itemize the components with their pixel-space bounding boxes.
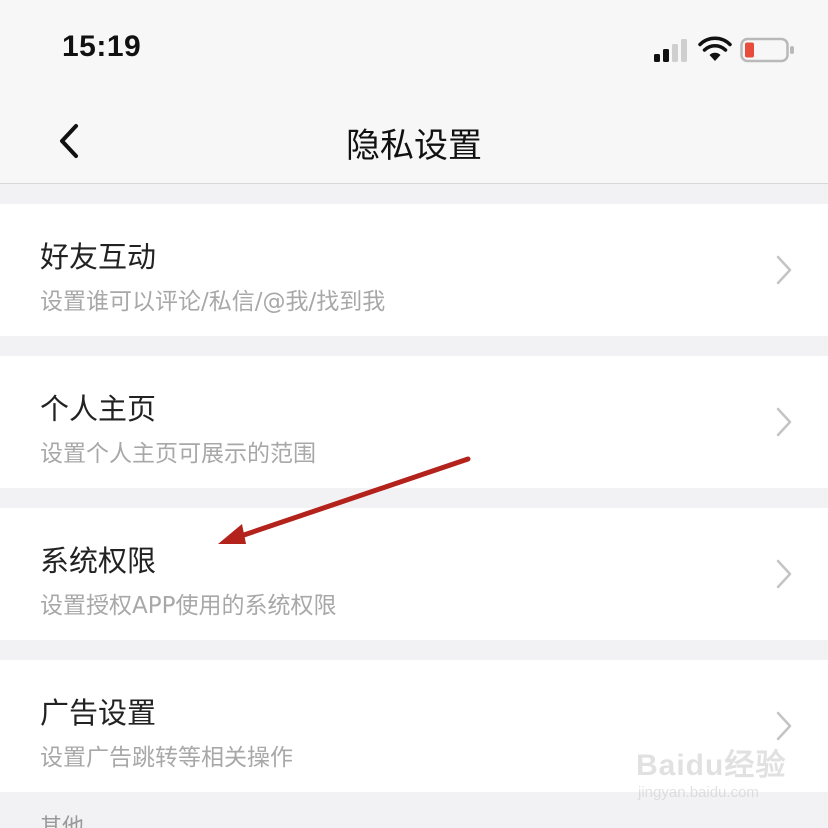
watermark-url: jingyan.baidu.com (638, 784, 759, 801)
item-title: 好友互动 (40, 240, 157, 274)
battery-icon (740, 37, 794, 63)
item-subtitle: 设置广告跳转等相关操作 (40, 745, 293, 771)
section-header-other: 其他 (40, 815, 85, 828)
settings-list: 好友互动 设置谁可以评论/私信/@我/找到我 个人主页 设置个人主页可展示的范围… (0, 204, 828, 812)
settings-item-system-permissions[interactable]: 系统权限 设置授权APP使用的系统权限 (0, 508, 828, 640)
item-subtitle: 设置授权APP使用的系统权限 (40, 593, 337, 619)
chevron-right-icon (776, 559, 792, 589)
item-title: 个人主页 (40, 392, 157, 426)
watermark: Baidu经验 jingyan.baidu.com (632, 740, 802, 810)
settings-item-personal-homepage[interactable]: 个人主页 设置个人主页可展示的范围 (0, 356, 828, 488)
status-time: 15:19 (62, 30, 142, 63)
item-title: 系统权限 (40, 544, 157, 578)
wifi-icon (698, 36, 732, 61)
nav-bar: 隐私设置 (0, 100, 828, 184)
chevron-right-icon (776, 711, 792, 741)
item-subtitle: 设置谁可以评论/私信/@我/找到我 (40, 289, 386, 315)
chevron-right-icon (776, 407, 792, 437)
watermark-logo: Baidu经验 (636, 749, 787, 782)
chevron-right-icon (776, 255, 792, 285)
item-title: 广告设置 (40, 696, 157, 730)
item-subtitle: 设置个人主页可展示的范围 (40, 441, 316, 467)
status-bar: 15:19 (0, 0, 828, 100)
page-title: 隐私设置 (346, 126, 482, 166)
settings-item-friend-interaction[interactable]: 好友互动 设置谁可以评论/私信/@我/找到我 (0, 204, 828, 336)
signal-icon (654, 39, 687, 62)
